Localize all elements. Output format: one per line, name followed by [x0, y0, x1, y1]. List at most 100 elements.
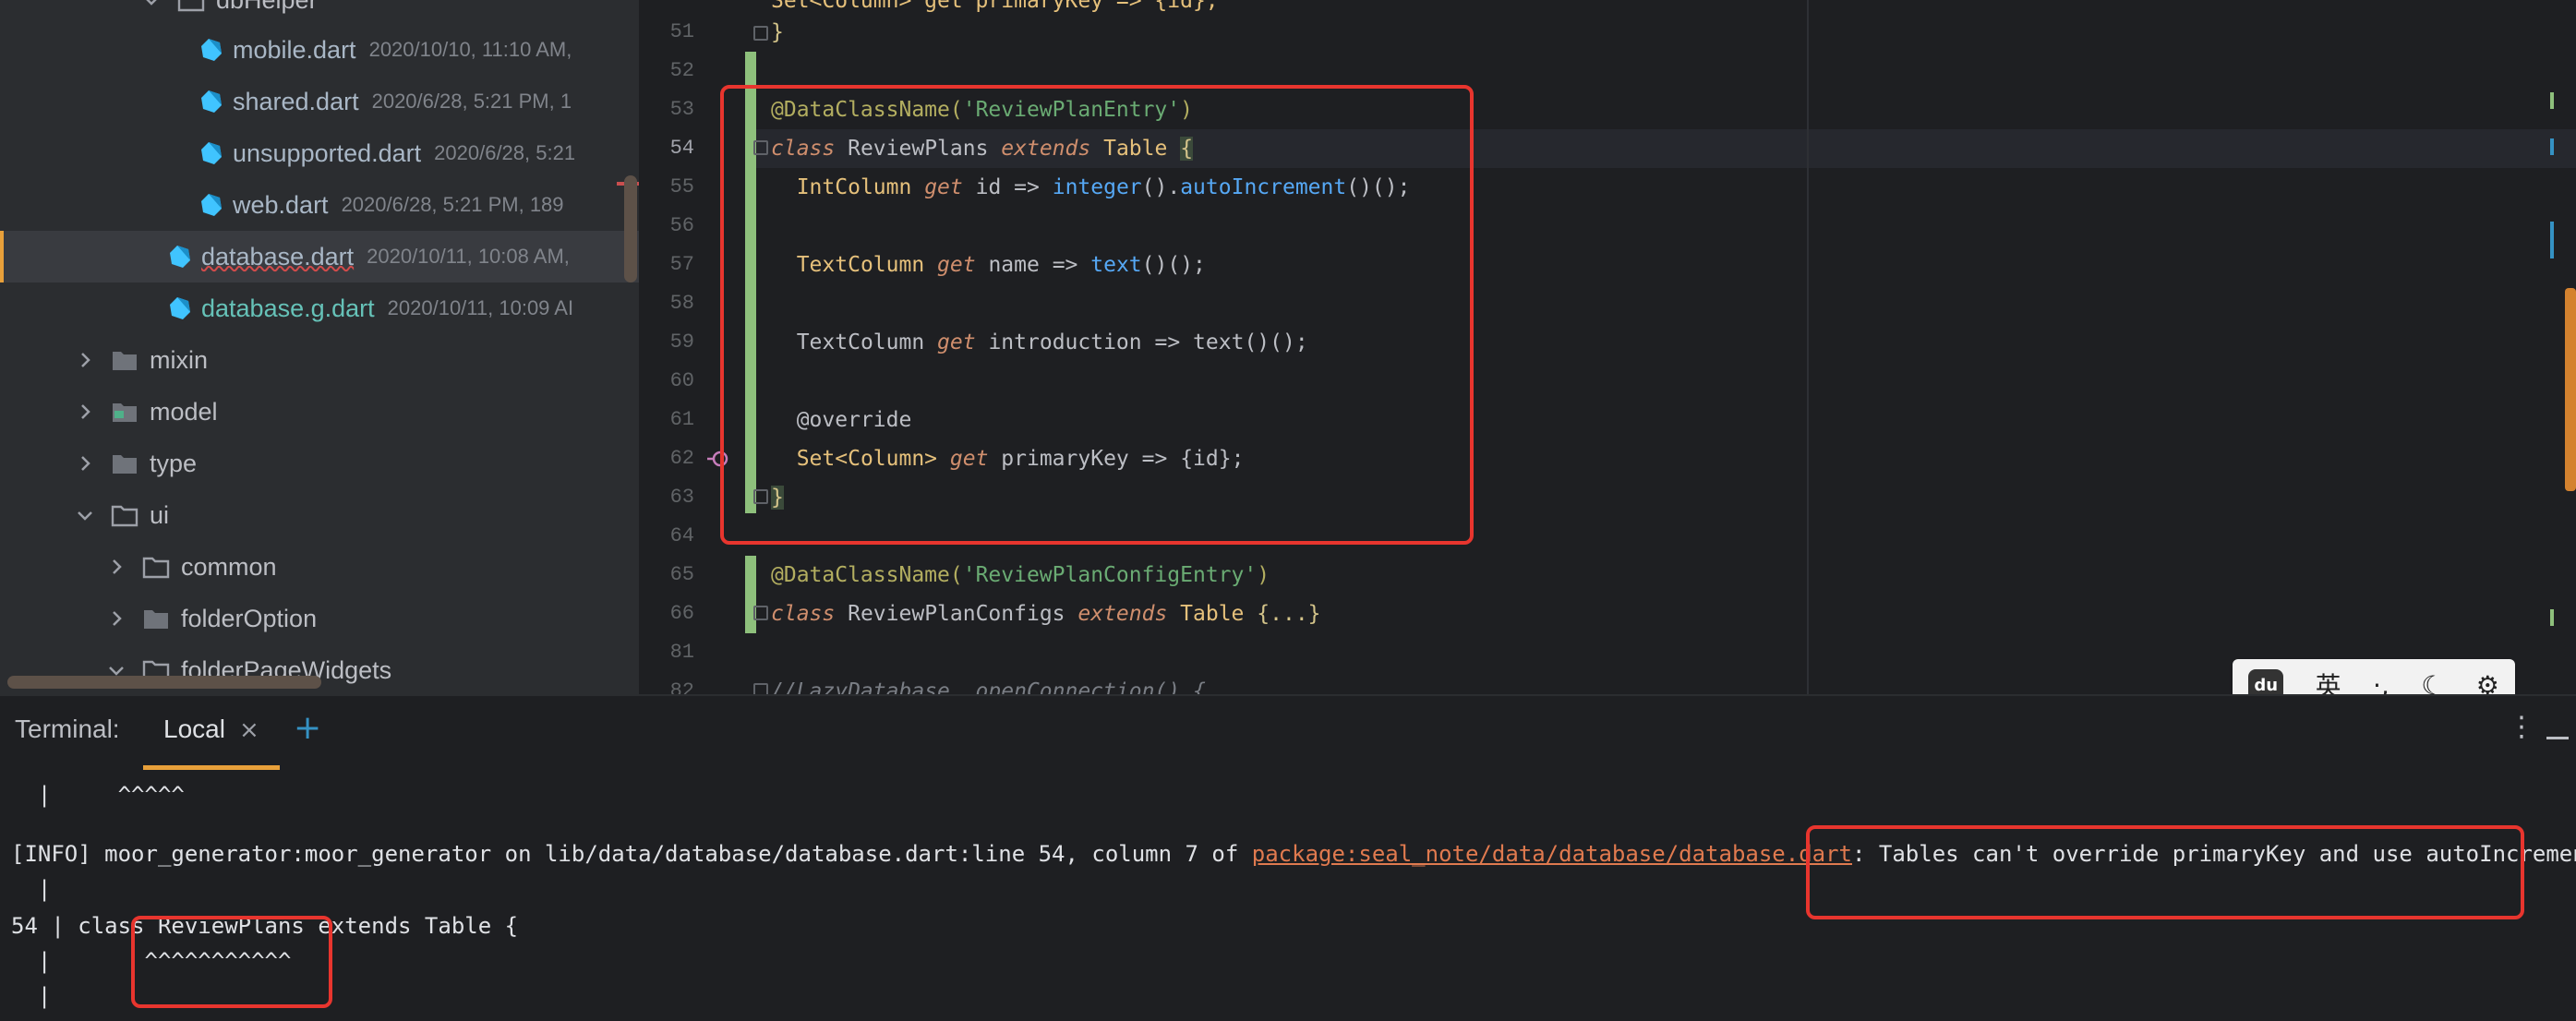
gutter-marker: [2550, 609, 2554, 626]
chevron-right-icon: [81, 404, 90, 419]
line-number: 60: [669, 369, 694, 392]
vcs-change-bar[interactable]: [745, 556, 756, 633]
editor-vertical-scrollbar[interactable]: [2565, 288, 2576, 491]
chevron-right-icon: [81, 353, 90, 367]
tree-item-label: database.g.dart: [201, 294, 375, 322]
fold-icon[interactable]: [753, 606, 768, 620]
chevron-down-icon: [146, 0, 157, 6]
line-number: 52: [669, 59, 694, 82]
chevron-down-icon: [78, 511, 92, 521]
folder-icon: [177, 0, 205, 12]
right-margin-guide: [1807, 0, 1809, 694]
annotation-box-code: [720, 85, 1474, 545]
folder-open-icon: [111, 505, 138, 527]
tree-item-database-g-dart[interactable]: database.g.dart 2020/10/11, 10:09 AI: [0, 282, 639, 334]
line-number: 56: [669, 214, 694, 237]
tree-item-shared-dart[interactable]: shared.dart 2020/6/28, 5:21 PM, 1: [0, 76, 639, 127]
package-folder-icon: [113, 403, 137, 422]
terminal-tab-label: Local: [163, 715, 225, 743]
folder-icon: [113, 455, 137, 474]
minimize-icon[interactable]: [2546, 737, 2569, 739]
line-number: 82: [669, 679, 694, 694]
chevron-right-icon: [113, 559, 122, 574]
file-link[interactable]: package:seal_note/data/database/database…: [1252, 841, 1852, 867]
line-number: 62: [669, 447, 694, 470]
add-tab-button[interactable]: +: [294, 709, 321, 747]
tree-item-meta: 2020/6/28, 5:21: [434, 141, 576, 164]
line-number: 58: [669, 292, 694, 315]
tree-item-model[interactable]: model: [0, 386, 639, 438]
folder-icon: [113, 352, 137, 370]
terminal-tab-local[interactable]: Local ×: [143, 696, 280, 770]
project-tree: dbHelper mobile.dart 2020/10/10, 11:10 A…: [0, 0, 639, 694]
terminal-header: Terminal: Local × + ⋮: [0, 696, 2576, 772]
fold-icon[interactable]: [753, 26, 768, 41]
tree-item-meta: 2020/10/10, 11:10 AM,: [368, 38, 572, 61]
line-number: 53: [669, 98, 694, 121]
line-number: 59: [669, 330, 694, 354]
dart-file-icon: [201, 90, 222, 113]
tree-item-mixin[interactable]: mixin: [0, 334, 639, 386]
gutter-marker: [2550, 92, 2554, 109]
line-number: 54: [669, 137, 694, 160]
more-options-icon[interactable]: ⋮: [2508, 711, 2535, 743]
code-line: @DataClassName('ReviewPlanConfigEntry'): [771, 563, 1270, 587]
tree-item-meta: 2020/6/28, 5:21 PM, 1: [371, 90, 572, 113]
tree-item-database-dart[interactable]: database.dart 2020/10/11, 10:08 AM,: [0, 231, 639, 282]
chevron-right-icon: [81, 456, 90, 471]
chevron-right-icon: [113, 611, 122, 626]
terminal-title: Terminal:: [15, 715, 120, 743]
tree-item-label: model: [150, 397, 218, 426]
line-number: 81: [669, 641, 694, 664]
line-number: 63: [669, 486, 694, 509]
ide-window: dbHelper mobile.dart 2020/10/10, 11:10 A…: [0, 0, 2576, 1021]
tree-item-common[interactable]: common: [0, 541, 639, 593]
tree-item-label: dbHelper: [216, 0, 318, 15]
tree-item-label: common: [181, 552, 277, 581]
line-number: 61: [669, 408, 694, 431]
terminal-output-line: | ^^^^^: [11, 782, 185, 808]
dart-file-icon: [201, 142, 222, 164]
tree-item-type[interactable]: type: [0, 438, 639, 489]
code-line: }: [771, 20, 784, 44]
terminal-output-line: |: [11, 876, 52, 902]
tree-item-label: folderOption: [181, 604, 318, 632]
tree-item-meta: 2020/10/11, 10:09 AI: [387, 296, 574, 319]
line-number: 57: [669, 253, 694, 276]
tree-item-ui[interactable]: ui: [0, 489, 639, 541]
tree-item-meta: 2020/6/28, 5:21 PM, 189: [341, 193, 564, 216]
tree-item-mobile-dart[interactable]: mobile.dart 2020/10/10, 11:10 AM,: [0, 24, 639, 76]
dart-file-icon: [201, 194, 222, 216]
folder-icon: [144, 610, 168, 629]
dart-file-icon: [201, 39, 222, 61]
tree-item-dbhelper[interactable]: dbHelper: [0, 0, 639, 26]
line-number: 65: [669, 563, 694, 586]
tree-item-label: unsupported.dart: [233, 138, 422, 167]
annotation-box-class-name: [131, 916, 332, 1008]
terminal-output-line: |: [11, 983, 52, 1009]
sidebar-horizontal-scrollbar[interactable]: [7, 676, 321, 689]
dart-file-icon: [170, 297, 190, 319]
tree-item-label: mobile.dart: [233, 35, 356, 64]
tree-item-folderoption[interactable]: folderOption: [0, 593, 639, 644]
tree-item-label: mixin: [150, 345, 209, 374]
line-number: 55: [669, 175, 694, 198]
line-number: 66: [669, 602, 694, 625]
code-line: Set<Column> get primaryKey => {id};: [771, 0, 1219, 13]
line-number: 51: [669, 20, 694, 43]
sidebar-vertical-scrollbar[interactable]: [624, 175, 637, 282]
tree-item-meta: 2020/10/11, 10:08 AM,: [367, 245, 570, 268]
tree-item-label: web.dart: [233, 190, 329, 219]
fold-icon[interactable]: [753, 683, 768, 694]
gutter-marker: [2550, 222, 2554, 258]
line-number: 64: [669, 524, 694, 547]
tree-item-label: ui: [150, 500, 170, 529]
code-line: //LazyDatabase _openConnection() {: [771, 679, 1206, 694]
tree-item-web-dart[interactable]: web.dart 2020/6/28, 5:21 PM, 189: [0, 179, 639, 231]
annotation-box-error: [1806, 825, 2524, 919]
code-line: class ReviewPlanConfigs extends Table {.…: [771, 602, 1321, 626]
tree-item-unsupported-dart[interactable]: unsupported.dart 2020/6/28, 5:21: [0, 127, 639, 179]
close-icon[interactable]: ×: [239, 716, 259, 744]
gutter-marker: [2550, 138, 2554, 155]
tree-item-label: database.dart: [201, 242, 355, 270]
